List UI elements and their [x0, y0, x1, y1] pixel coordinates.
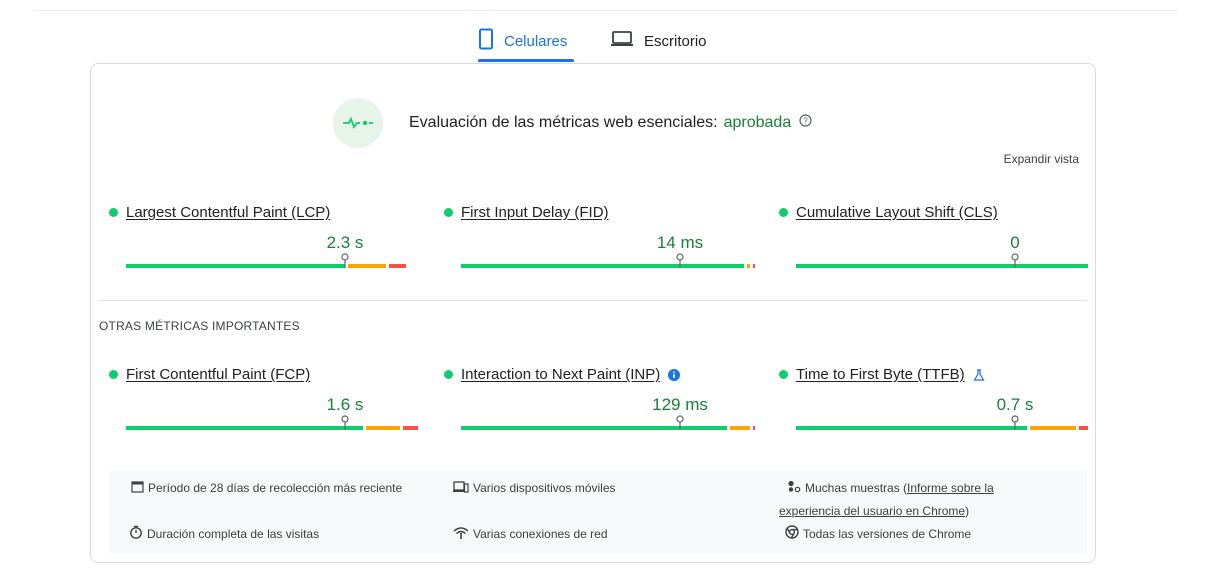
- device-tabs: Celulares Escritorio: [0, 20, 1211, 62]
- distribution-segment-needs-improvement: [348, 264, 386, 268]
- other-metrics-heading: OTRAS MÉTRICAS IMPORTANTES: [99, 319, 300, 333]
- metric-name: Time to First Byte (TTFB): [779, 366, 985, 383]
- calendar-icon: [131, 478, 144, 500]
- tab-mobile-label: Celulares: [504, 32, 568, 50]
- samples-icon: [787, 478, 801, 500]
- percentile-marker: [1010, 415, 1020, 431]
- section-divider: [99, 300, 1087, 301]
- metrics-card: Evaluación de las métricas web esenciale…: [90, 63, 1096, 563]
- metric-name: Interaction to Next Paint (INP): [444, 366, 681, 383]
- distribution-segment-poor: [753, 264, 756, 268]
- info-devices-text: Varios dispositivos móviles: [473, 481, 616, 495]
- distribution-segment-poor: [403, 426, 418, 430]
- info-versions-text: Todas las versiones de Chrome: [803, 527, 972, 541]
- distribution-segment-poor: [1079, 426, 1088, 430]
- chrome-icon: [785, 524, 799, 546]
- expand-view-link[interactable]: Expandir vista: [1004, 152, 1079, 166]
- help-icon[interactable]: ?: [799, 114, 812, 127]
- metric-link-lcp[interactable]: Largest Contentful Paint (LCP): [126, 204, 330, 221]
- metric-name: Largest Contentful Paint (LCP): [109, 204, 330, 221]
- svg-text:?: ?: [804, 117, 809, 126]
- mobile-phone-icon: [478, 28, 494, 54]
- distribution-segment-good: [126, 426, 363, 430]
- laptop-icon: [610, 30, 634, 52]
- distribution-segment-good: [796, 264, 1088, 268]
- distribution-segment-needs-improvement: [729, 426, 751, 430]
- info-duration-text: Duración completa de las visitas: [147, 527, 320, 541]
- status-dot: [779, 370, 788, 379]
- distribution-bar: [126, 253, 418, 268]
- percentile-marker: [340, 415, 350, 431]
- assessment-text: Evaluación de las métricas web esenciale…: [409, 114, 812, 132]
- info-samples-prefix: Muchas muestras (: [805, 481, 908, 495]
- distribution-segment-good: [796, 426, 1027, 430]
- distribution-bar: [796, 415, 1088, 430]
- status-dot: [444, 208, 453, 217]
- top-divider: [34, 10, 1178, 11]
- percentile-marker: [340, 253, 350, 269]
- active-tab-indicator: [478, 59, 574, 62]
- distribution-bar: [126, 415, 418, 430]
- distribution-segment-poor: [753, 426, 756, 430]
- info-samples: Muchas muestras (Informe sobre la experi…: [779, 477, 1049, 522]
- distribution-segment-good: [126, 264, 345, 268]
- metric-value: 129 ms: [652, 395, 708, 414]
- metric-value: 2.3 s: [326, 233, 364, 252]
- devices-icon: [453, 478, 469, 500]
- pulse-icon: [333, 98, 383, 148]
- flask-icon[interactable]: [973, 368, 985, 381]
- metric-link-cls[interactable]: Cumulative Layout Shift (CLS): [796, 204, 998, 221]
- data-info-box: Período de 28 días de recolección más re…: [109, 471, 1087, 553]
- metric-value: 0.7 s: [996, 395, 1034, 414]
- tab-desktop-label: Escritorio: [644, 32, 707, 50]
- assessment-status: aprobada: [723, 114, 792, 131]
- distribution-segment-good: [461, 264, 745, 268]
- info-connections-text: Varias conexiones de red: [473, 527, 608, 541]
- timer-icon: [129, 524, 143, 546]
- percentile-marker: [1010, 253, 1020, 269]
- distribution-bar: [461, 253, 756, 268]
- metric-value: 14 ms: [656, 233, 704, 252]
- metric-value: 1.6 s: [326, 395, 364, 414]
- metric-link-inp[interactable]: Interaction to Next Paint (INP): [461, 366, 660, 383]
- metric-value: 0: [1010, 233, 1020, 252]
- metric-link-fcp[interactable]: First Contentful Paint (FCP): [126, 366, 310, 383]
- info-visit-duration: Duración completa de las visitas: [121, 523, 319, 546]
- wifi-icon: [453, 524, 469, 546]
- metric-name: First Input Delay (FID): [444, 204, 609, 221]
- assessment-label: Evaluación de las métricas web esenciale…: [409, 114, 718, 131]
- info-icon[interactable]: [668, 368, 681, 381]
- percentile-marker: [675, 415, 685, 431]
- status-dot: [109, 208, 118, 217]
- distribution-bar: [461, 415, 756, 430]
- info-samples-suffix: ): [965, 503, 970, 518]
- metric-name: Cumulative Layout Shift (CLS): [779, 204, 998, 221]
- percentile-marker: [675, 253, 685, 269]
- info-period-text: Período de 28 días de recolección más re…: [148, 481, 403, 495]
- status-dot: [444, 370, 453, 379]
- distribution-segment-needs-improvement: [1029, 426, 1077, 430]
- distribution-segment-good: [461, 426, 727, 430]
- status-dot: [109, 370, 118, 379]
- tab-mobile[interactable]: Celulares: [478, 20, 574, 62]
- assessment-row: Evaluación de las métricas web esenciale…: [333, 98, 812, 148]
- distribution-segment-needs-improvement: [747, 264, 751, 268]
- status-dot: [779, 208, 788, 217]
- distribution-bar: [796, 253, 1088, 268]
- info-connections: Varias conexiones de red: [453, 523, 608, 546]
- metric-link-ttfb[interactable]: Time to First Byte (TTFB): [796, 366, 965, 383]
- distribution-segment-poor: [388, 264, 407, 268]
- metric-link-fid[interactable]: First Input Delay (FID): [461, 204, 609, 221]
- distribution-segment-needs-improvement: [365, 426, 401, 430]
- info-collection-period: Período de 28 días de recolección más re…: [121, 477, 411, 500]
- info-devices: Varios dispositivos móviles: [453, 477, 616, 500]
- info-chrome-versions: Todas las versiones de Chrome: [785, 523, 971, 546]
- metric-name: First Contentful Paint (FCP): [109, 366, 310, 383]
- tab-desktop[interactable]: Escritorio: [610, 20, 720, 62]
